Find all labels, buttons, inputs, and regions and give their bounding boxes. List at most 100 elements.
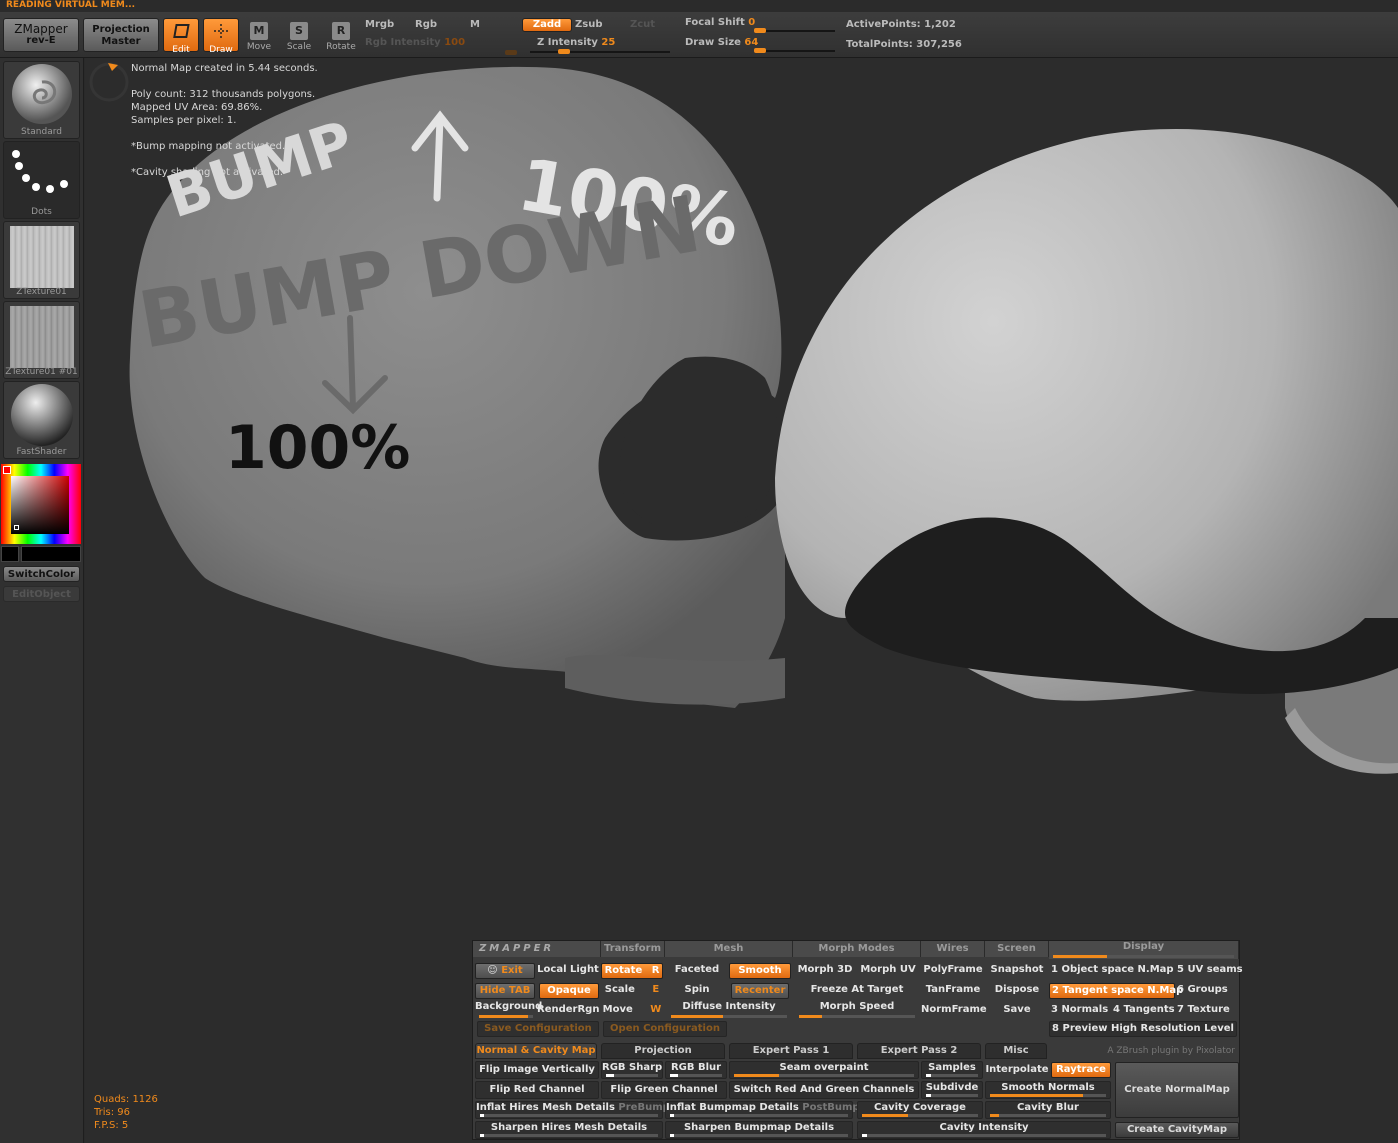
tab-expert-pass-2[interactable]: Expert Pass 2 (857, 1043, 981, 1059)
groups-button[interactable]: 6 Groups (1177, 983, 1239, 997)
preview-high-res-button[interactable]: 8 Preview High Resolution Level (1049, 1021, 1237, 1037)
draw-size-knob[interactable] (754, 48, 766, 53)
normals-button[interactable]: 3 Normals (1049, 1003, 1111, 1017)
move-button[interactable]: Move W (601, 1003, 663, 1017)
tab-misc[interactable]: Misc (985, 1043, 1047, 1059)
subdivide-slider[interactable]: Subdivde (921, 1081, 983, 1099)
brush-standard-tile[interactable]: Standard (3, 61, 80, 139)
rotate-mode-button[interactable]: R Rotate (321, 18, 361, 58)
zsub-button[interactable]: Zsub (575, 19, 602, 30)
tangent-space-nmap-button[interactable]: 2 Tangent space N.Map (1049, 983, 1183, 999)
display-slider[interactable] (1053, 955, 1234, 958)
tab-normal-cavity-map[interactable]: Normal & Cavity Map (475, 1043, 597, 1059)
color-saturation-square[interactable] (11, 476, 69, 534)
z-intensity-slider[interactable]: Z Intensity 25 (537, 37, 615, 48)
object-space-nmap-button[interactable]: 1 Object space N.Map (1049, 963, 1175, 977)
snapshot-button[interactable]: Snapshot (985, 963, 1049, 977)
secondary-color-swatch[interactable] (21, 546, 81, 562)
cavity-blur-slider[interactable]: Cavity Blur (985, 1101, 1111, 1119)
samples-slider[interactable]: Samples (921, 1061, 983, 1079)
create-normal-map-button[interactable]: Create NormalMap (1115, 1062, 1239, 1118)
diffuse-intensity-slider[interactable]: Diffuse Intensity (667, 1001, 791, 1019)
sharpen-bumpmap-bar (670, 1134, 848, 1137)
freeze-at-target-button[interactable]: Freeze At Target (793, 983, 921, 997)
texture-ztexture01-01-tile[interactable]: ZTexture01 #01 (3, 301, 80, 379)
stroke-dots-tile[interactable]: Dots (3, 141, 80, 219)
rgb-blur-slider[interactable]: RGB Blur (665, 1061, 727, 1079)
material-fastshader-tile[interactable]: FastShader (3, 381, 80, 459)
sharpen-bumpmap-slider[interactable]: Sharpen Bumpmap Details (665, 1121, 853, 1139)
focal-shift-knob[interactable] (754, 28, 766, 33)
flip-green-channel-button[interactable]: Flip Green Channel (601, 1081, 727, 1099)
tanframe-button[interactable]: TanFrame (921, 983, 985, 997)
primary-color-swatch[interactable] (1, 546, 19, 562)
draw-mode-button[interactable]: Draw (203, 18, 239, 55)
projection-master-button[interactable]: Projection Master (83, 18, 159, 52)
edit-object-button[interactable]: EditObject (3, 586, 80, 602)
exit-button[interactable]: ☺ Exit (475, 963, 535, 979)
rgb-intensity-slider[interactable]: Rgb Intensity 100 (365, 37, 465, 48)
ztexture01-label: ZTexture01 (16, 287, 67, 297)
smooth-normals-slider[interactable]: Smooth Normals (985, 1081, 1111, 1099)
flip-image-vertically-button[interactable]: Flip Image Vertically (475, 1061, 599, 1079)
texture-button[interactable]: 7 Texture (1177, 1003, 1239, 1017)
spin-button[interactable]: Spin (667, 983, 727, 997)
rotate-button[interactable]: Rotate R (601, 963, 663, 979)
interpolate-button[interactable]: Interpolate (985, 1063, 1049, 1077)
move-mode-button[interactable]: M Move (239, 18, 279, 58)
save-configuration-button[interactable]: Save Configuration (477, 1021, 599, 1037)
faceted-button[interactable]: Faceted (667, 963, 727, 977)
cavity-coverage-slider[interactable]: Cavity Coverage (857, 1101, 983, 1119)
morph-3d-button[interactable]: Morph 3D (795, 963, 855, 977)
switch-color-button[interactable]: SwitchColor (3, 566, 80, 582)
dispose-button[interactable]: Dispose (985, 983, 1049, 997)
zcut-button[interactable]: Zcut (630, 19, 655, 30)
alpha-ztexture01-tile[interactable]: ZTexture01 (3, 221, 80, 299)
cavity-intensity-slider[interactable]: Cavity Intensity (857, 1121, 1111, 1139)
seam-overpaint-slider[interactable]: Seam overpaint (729, 1061, 919, 1079)
morph-speed-slider[interactable]: Morph Speed (795, 1001, 919, 1019)
scale-mode-button[interactable]: S Scale (279, 18, 319, 58)
local-light-button[interactable]: Local Light (537, 963, 599, 977)
zmapper-plugin-button[interactable]: ZMapper rev-E (3, 18, 79, 52)
focal-shift-slider[interactable]: Focal Shift 0 (685, 17, 755, 28)
tangents-button[interactable]: 4 Tangents (1113, 1003, 1175, 1017)
sharpen-hires-slider[interactable]: Sharpen Hires Mesh Details (475, 1121, 663, 1139)
z-intensity-knob[interactable] (558, 49, 570, 54)
open-configuration-button[interactable]: Open Configuration (603, 1021, 727, 1037)
cavity-blur-bar (990, 1114, 1106, 1117)
hide-tab-button[interactable]: Hide TAB (475, 983, 535, 999)
tab-projection[interactable]: Projection (601, 1043, 725, 1059)
save-button[interactable]: Save (985, 1003, 1049, 1017)
switch-red-green-button[interactable]: Switch Red And Green Channels (729, 1081, 919, 1099)
draw-size-slider[interactable]: Draw Size 64 (685, 37, 758, 48)
inflat-hires-slider[interactable]: Inflat Hires Mesh Details PreBump (475, 1101, 670, 1119)
zmapper-version: rev-E (26, 35, 56, 46)
zadd-button[interactable]: Zadd (522, 18, 572, 32)
recenter-button[interactable]: Recenter (731, 983, 789, 999)
uv-seams-button[interactable]: 5 UV seams (1177, 963, 1243, 977)
inflat-bumpmap-slider[interactable]: Inflat Bumpmap Details PostBump (665, 1101, 860, 1119)
tab-expert-pass-1[interactable]: Expert Pass 1 (729, 1043, 853, 1059)
rgb-intensity-knob[interactable] (505, 50, 517, 55)
m-button[interactable]: M (470, 19, 480, 30)
cavity-blur-label: Cavity Blur (1017, 1102, 1079, 1113)
color-picker[interactable] (1, 464, 81, 544)
mrgb-button[interactable]: Mrgb (365, 19, 394, 30)
raytrace-button[interactable]: Raytrace (1051, 1062, 1111, 1078)
opaque-button[interactable]: Opaque (539, 983, 599, 999)
render-rgn-button[interactable]: RenderRgn (537, 1003, 599, 1017)
flip-red-channel-button[interactable]: Flip Red Channel (475, 1081, 599, 1099)
inflat-hires-label: Inflat Hires Mesh Details (476, 1102, 615, 1113)
smooth-button[interactable]: Smooth (729, 963, 791, 979)
create-cavity-map-button[interactable]: Create CavityMap (1115, 1122, 1239, 1138)
rgb-sharp-slider[interactable]: RGB Sharp (601, 1061, 663, 1079)
background-slider-bar (479, 1015, 533, 1018)
edit-mode-button[interactable]: Edit (163, 18, 199, 55)
polyframe-button[interactable]: PolyFrame (921, 963, 985, 977)
scale-button[interactable]: Scale E (601, 983, 663, 997)
background-slider[interactable]: Background (475, 1001, 542, 1019)
rgb-button[interactable]: Rgb (415, 19, 437, 30)
morph-uv-button[interactable]: Morph UV (857, 963, 919, 977)
normframe-button[interactable]: NormFrame (921, 1003, 987, 1017)
